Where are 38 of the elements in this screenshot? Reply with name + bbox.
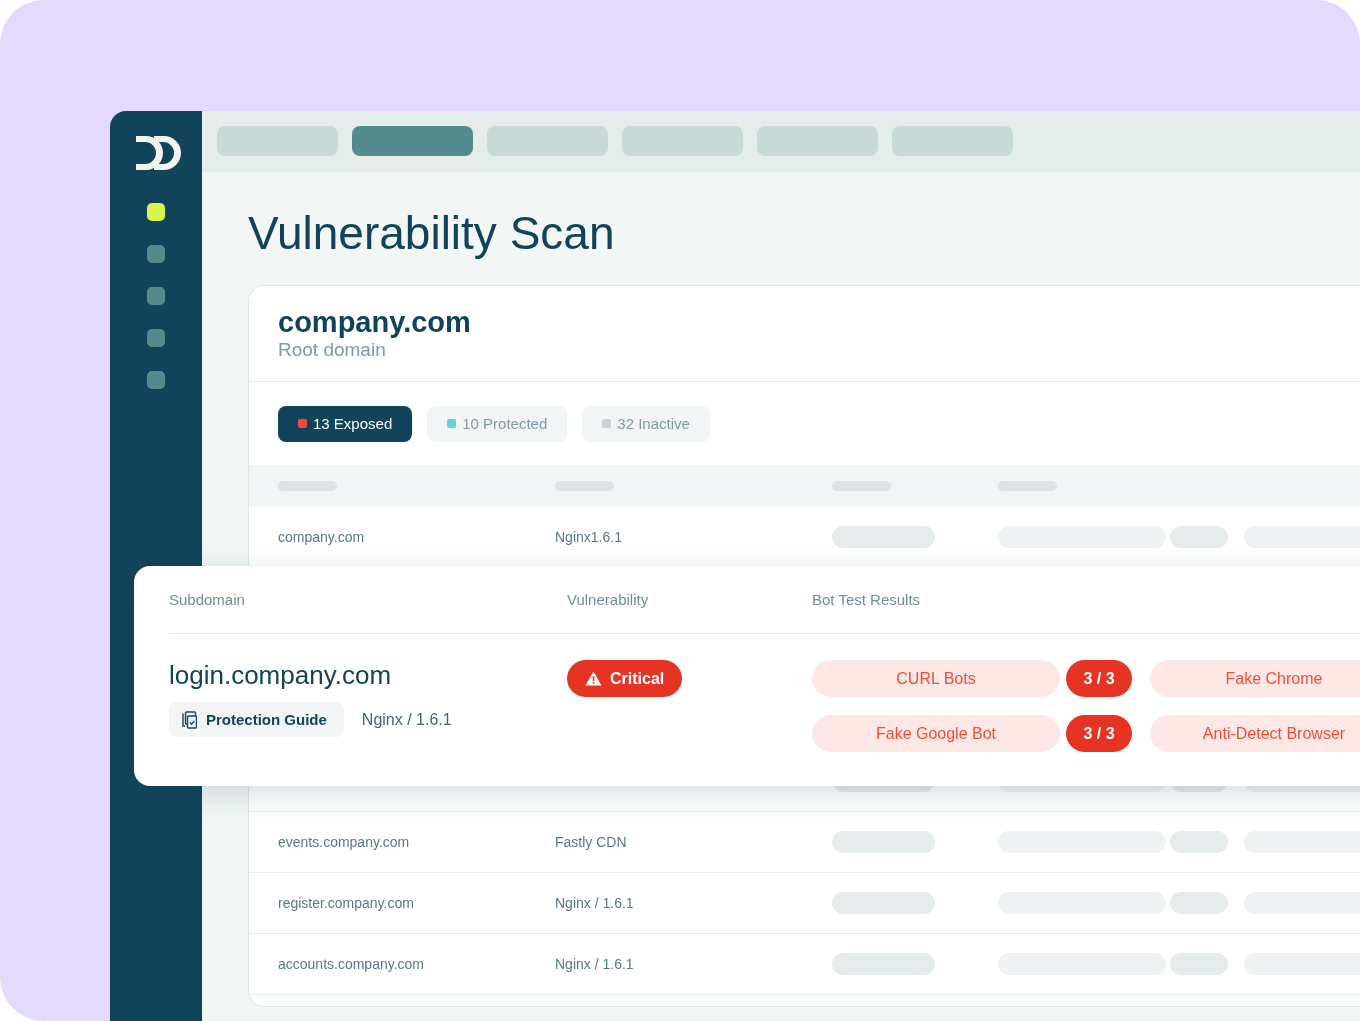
skeleton-pill — [1170, 892, 1228, 914]
result-badge: 3 / 3 — [1066, 660, 1132, 697]
tab-placeholder[interactable] — [352, 126, 473, 156]
skeleton-pill — [1170, 526, 1228, 548]
table-cell: Nginx1.6.1 — [555, 529, 622, 545]
protection-guide-button[interactable]: Protection Guide — [169, 702, 344, 737]
warning-icon — [585, 671, 602, 686]
bot-test-label: Fake Chrome — [1150, 660, 1360, 697]
table-cell: accounts.company.com — [278, 956, 425, 972]
bot-test-label: Anti-Detect Browser — [1150, 715, 1360, 752]
bot-test-label: Fake Google Bot — [812, 715, 1060, 752]
skeleton-pill — [1170, 831, 1228, 853]
column-header: Vulnerability — [567, 591, 650, 608]
severity-badge: Critical — [567, 660, 683, 697]
table-cell: register.company.com — [278, 895, 414, 911]
server-version: Nginx / 1.6.1 — [361, 710, 452, 729]
column-header: Subdomain — [169, 591, 246, 608]
bot-test-label: CURL Bots — [812, 660, 1060, 697]
domain-subtitle: Root domain — [278, 338, 387, 362]
tab-placeholder[interactable] — [757, 126, 878, 156]
subdomain-name: login.company.com — [169, 660, 393, 690]
column-header: Bot Test Results — [812, 591, 922, 608]
tab-placeholder[interactable] — [622, 126, 743, 156]
skeleton-pill — [1170, 953, 1228, 975]
table-cell: events.company.com — [278, 834, 410, 850]
table-cell: Nginx / 1.6.1 — [555, 895, 634, 911]
tab-placeholder[interactable] — [487, 126, 608, 156]
domain-name: company.com — [278, 306, 472, 338]
result-badge: 3 / 3 — [1066, 715, 1132, 752]
nav-item[interactable] — [147, 203, 165, 221]
table-cell: Nginx / 1.6.1 — [555, 956, 634, 972]
table-cell: Fastly CDN — [555, 834, 627, 850]
filter-tab[interactable]: 13 Exposed — [278, 405, 413, 442]
tab-placeholder[interactable] — [217, 126, 338, 156]
tab-placeholder[interactable] — [892, 126, 1013, 156]
document-icon — [181, 710, 197, 729]
table-cell: company.com — [278, 529, 365, 545]
page-title: Vulnerability Scan — [248, 206, 616, 261]
